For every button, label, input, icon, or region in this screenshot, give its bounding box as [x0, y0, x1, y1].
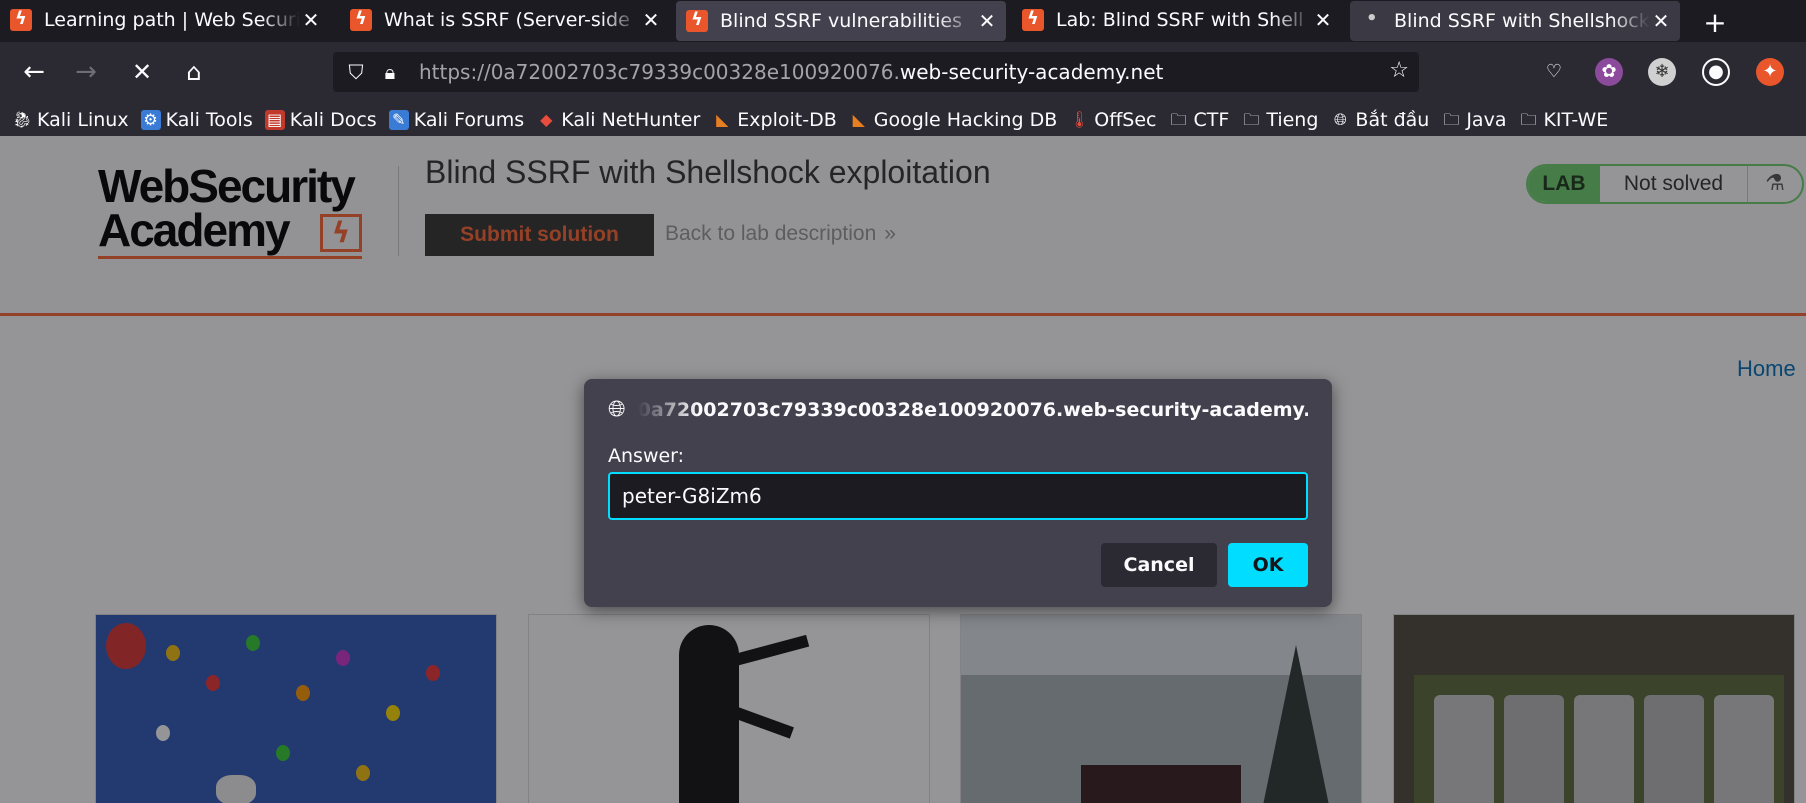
- navigation-toolbar: ← → ✕ ⌂ ⛉ 🔒︎ https://0a72002703c79339c00…: [0, 42, 1806, 104]
- tab-blind-ssrf-shellshock[interactable]: Blind SSRF with Shellshock ✕: [1350, 1, 1680, 41]
- loading-icon: [1360, 8, 1382, 32]
- ghdb-icon: ◣: [852, 110, 865, 129]
- tab-strip: Learning path | Web Security ✕ What is S…: [0, 0, 1806, 42]
- folder-icon: 🗀: [1520, 110, 1537, 129]
- bookmark-kali-nethunter[interactable]: ◆ Kali NetHunter: [536, 109, 700, 131]
- burp-icon[interactable]: ✦: [1756, 58, 1784, 86]
- back-arrow-icon[interactable]: ←: [16, 54, 52, 90]
- url-text[interactable]: https://0a72002703c79339c00328e100920076…: [419, 60, 1163, 84]
- tab-what-is-ssrf[interactable]: What is SSRF (Server-side ✕: [340, 0, 670, 40]
- answer-input[interactable]: peter-G8iZm6: [608, 472, 1308, 520]
- new-tab-button[interactable]: +: [1700, 6, 1730, 39]
- tab-lab-blind-ssrf[interactable]: Lab: Blind SSRF with Shell ✕: [1012, 0, 1342, 40]
- portswigger-icon: [686, 9, 708, 32]
- kali-docs-icon: ▤: [264, 110, 285, 130]
- tab-title: Lab: Blind SSRF with Shell: [1056, 9, 1304, 31]
- bookmark-star-icon[interactable]: ☆: [1389, 58, 1409, 83]
- bookmark-kali-tools[interactable]: ⚙ Kali Tools: [140, 109, 253, 131]
- extension-icon[interactable]: ✿: [1595, 58, 1623, 86]
- tab-learning-path[interactable]: Learning path | Web Security ✕: [0, 0, 330, 40]
- bookmark-folder-tieng[interactable]: 🗀 Tieng: [1241, 109, 1318, 131]
- bookmark-kali-docs[interactable]: ▤ Kali Docs: [264, 109, 377, 131]
- cookie-icon[interactable]: ●: [1702, 58, 1730, 86]
- answer-label: Answer:: [608, 445, 685, 467]
- folder-icon: 🗀: [1443, 110, 1460, 129]
- tab-title: Blind SSRF with Shellshock: [1394, 10, 1650, 32]
- tab-title: Blind SSRF vulnerabilities: [720, 10, 962, 32]
- bookmark-kali-linux[interactable]: 🐉︎ Kali Linux: [12, 109, 129, 131]
- bookmark-bat-dau[interactable]: 🌐︎ Bắt đầu: [1330, 109, 1429, 131]
- bookmarks-toolbar: 🐉︎ Kali Linux ⚙ Kali Tools ▤ Kali Docs ✎ Kal…: [0, 104, 1806, 136]
- home-icon[interactable]: ⌂: [176, 54, 212, 90]
- cancel-button[interactable]: Cancel: [1101, 543, 1217, 587]
- dialog-origin: 🌐︎ 0a72002703c79339c00328e100920076.web-…: [608, 397, 1308, 422]
- folder-icon: 🗀: [1243, 110, 1260, 129]
- kali-tools-icon: ⚙: [140, 110, 161, 130]
- globe-icon: 🌐︎: [608, 397, 626, 422]
- bookmark-offsec[interactable]: 🌡︎ OffSec: [1069, 109, 1156, 131]
- exploitdb-icon: ◣: [716, 110, 729, 129]
- address-bar[interactable]: ⛉ 🔒︎ https://0a72002703c79339c00328e1009…: [333, 52, 1419, 92]
- nethunter-icon: ◆: [540, 110, 553, 129]
- bookmark-google-hacking-db[interactable]: ◣ Google Hacking DB: [849, 109, 1058, 131]
- close-icon[interactable]: ✕: [1650, 9, 1672, 33]
- portswigger-icon: [1022, 8, 1044, 31]
- prompt-dialog: 🌐︎ 0a72002703c79339c00328e100920076.web-…: [584, 379, 1332, 607]
- forward-arrow-icon[interactable]: →: [68, 54, 104, 90]
- bookmark-folder-kit-we[interactable]: 🗀 KIT-WE: [1518, 109, 1608, 131]
- bookmark-folder-ctf[interactable]: 🗀 CTF: [1169, 109, 1229, 131]
- offsec-icon: 🌡︎: [1069, 110, 1090, 129]
- ok-button[interactable]: OK: [1228, 543, 1308, 587]
- close-icon[interactable]: ✕: [976, 9, 998, 33]
- tab-title: What is SSRF (Server-side: [384, 9, 630, 31]
- bookmark-kali-forums[interactable]: ✎ Kali Forums: [388, 109, 524, 131]
- close-icon[interactable]: ✕: [640, 8, 662, 32]
- portswigger-icon: [350, 8, 372, 31]
- portswigger-icon: [10, 8, 32, 31]
- kali-forums-icon: ✎: [388, 110, 409, 130]
- stop-loading-icon[interactable]: ✕: [124, 54, 160, 90]
- bookmark-exploit-db[interactable]: ◣ Exploit-DB: [712, 109, 837, 131]
- tab-blind-ssrf-vulnerabilities[interactable]: Blind SSRF vulnerabilities ✕: [676, 1, 1006, 41]
- close-icon[interactable]: ✕: [300, 8, 322, 32]
- close-icon[interactable]: ✕: [1312, 8, 1334, 32]
- globe-icon: 🌐︎: [1334, 110, 1347, 129]
- shield-icon[interactable]: ⛉: [339, 60, 373, 84]
- folder-icon: 🗀: [1170, 110, 1187, 129]
- pocket-icon[interactable]: ♡: [1540, 58, 1568, 86]
- kali-dragon-icon: 🐉︎: [12, 110, 33, 129]
- extension-icon[interactable]: ❄: [1648, 58, 1676, 86]
- lock-icon[interactable]: 🔒︎: [373, 60, 407, 84]
- tab-title: Learning path | Web Security: [44, 9, 300, 31]
- bookmark-folder-java[interactable]: 🗀 Java: [1441, 109, 1506, 131]
